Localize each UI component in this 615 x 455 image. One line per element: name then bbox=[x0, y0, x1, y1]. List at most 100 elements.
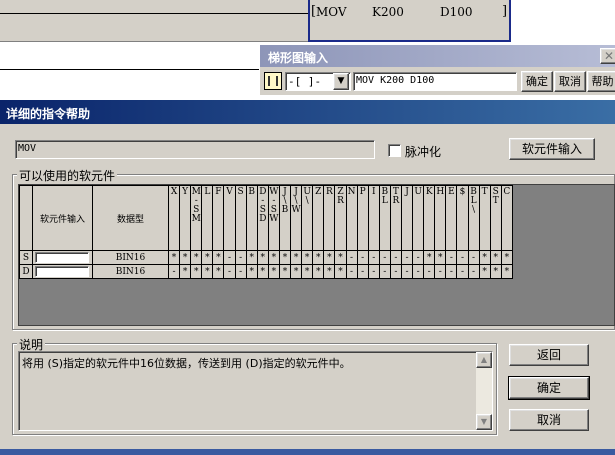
close-icon: ✕ bbox=[603, 49, 615, 63]
device-col-header: J \ B bbox=[278, 185, 292, 251]
device-input-d[interactable] bbox=[35, 266, 89, 277]
device-col-char: R bbox=[337, 196, 344, 206]
chevron-down-icon[interactable]: ▼ bbox=[333, 73, 349, 90]
device-mark: - bbox=[367, 250, 380, 265]
device-col-char: X bbox=[170, 187, 178, 197]
back-button[interactable]: 返回 bbox=[509, 344, 589, 366]
device-mark: * bbox=[301, 264, 314, 279]
device-col-char: I bbox=[371, 187, 376, 197]
device-col-char: F bbox=[215, 187, 222, 197]
device-mark: * bbox=[190, 250, 203, 265]
device-table-area: 软元件输入 数据型 X Y M - S M L F V S B D - S D W - S W J \ B J \ W U \ Z R Z… bbox=[18, 184, 615, 326]
device-col-header: H bbox=[434, 185, 447, 251]
col-data-type: 数据型 bbox=[92, 185, 169, 251]
device-mark: * bbox=[179, 250, 192, 265]
device-mark: * bbox=[167, 250, 181, 265]
device-mark: * bbox=[301, 250, 314, 265]
ladder-instruction-box[interactable]: [ MOV K200 D100 ] bbox=[308, 0, 511, 42]
device-mark: - bbox=[345, 250, 358, 265]
device-mark: * bbox=[245, 250, 258, 265]
device-col-char: W bbox=[291, 205, 301, 215]
device-mark: - bbox=[234, 264, 247, 279]
ladder-type-select[interactable]: -[ ]- ▼ bbox=[285, 72, 351, 91]
ladder-op-mov: MOV bbox=[316, 5, 347, 19]
ladder-cancel-button[interactable]: 取消 bbox=[554, 71, 586, 92]
device-col-char: D bbox=[259, 214, 267, 224]
ladder-type-value: -[ ]- bbox=[288, 75, 322, 88]
device-mark: - bbox=[345, 264, 358, 279]
device-mark: - bbox=[367, 264, 380, 279]
device-mark: * bbox=[334, 250, 347, 265]
device-mark: * bbox=[256, 264, 269, 279]
device-mark: * bbox=[190, 264, 203, 279]
instruction-field[interactable]: MOV bbox=[15, 140, 375, 159]
device-mark: * bbox=[290, 250, 303, 265]
device-input-s[interactable] bbox=[35, 252, 89, 263]
ladder-help-button[interactable]: 帮助 bbox=[587, 71, 615, 92]
device-col-char: V bbox=[226, 187, 233, 197]
device-col-header: ZR bbox=[334, 185, 347, 251]
device-col-char: $ bbox=[459, 187, 466, 197]
device-col-char: S bbox=[237, 187, 244, 197]
device-col-char: Z bbox=[315, 187, 322, 197]
device-col-header: M-SM bbox=[190, 185, 203, 251]
device-mark: - bbox=[356, 264, 369, 279]
description-scrollbar[interactable]: ▲ ▼ bbox=[476, 352, 492, 430]
scroll-down-button[interactable]: ▼ bbox=[476, 414, 492, 430]
device-col-header: TR bbox=[389, 185, 402, 251]
device-col-char: M bbox=[191, 214, 201, 224]
device-mark: * bbox=[212, 250, 225, 265]
device-col-header: ST bbox=[489, 185, 502, 251]
device-col-header: Y bbox=[179, 185, 192, 251]
device-mark: * bbox=[179, 264, 192, 279]
device-mark: - bbox=[412, 250, 425, 265]
device-col-header: T bbox=[478, 185, 491, 251]
device-mark: * bbox=[256, 250, 269, 265]
device-col-header: I bbox=[367, 185, 380, 251]
scroll-up-button[interactable]: ▲ bbox=[476, 352, 492, 368]
ladder-input-title: 梯形图输入 bbox=[268, 51, 329, 65]
col-device-input: 软元件输入 bbox=[32, 185, 93, 251]
device-col-header: $ bbox=[456, 185, 469, 251]
device-col-char: T bbox=[492, 196, 499, 206]
description-text: 将用 (S)指定的软元件中16位数据，传送到用 (D)指定的软元件中。 bbox=[22, 357, 351, 370]
pulse-checkbox[interactable] bbox=[388, 144, 401, 157]
device-col-header: F bbox=[212, 185, 225, 251]
operand-d: D bbox=[19, 264, 33, 279]
ok-button[interactable]: 确定 bbox=[508, 376, 590, 400]
device-mark: * bbox=[212, 264, 225, 279]
device-col-char: C bbox=[503, 187, 511, 197]
ladder-command-input[interactable]: MOV K200 D100 bbox=[353, 72, 517, 91]
cancel-button[interactable]: 取消 bbox=[509, 409, 589, 431]
device-col-header: W-SW bbox=[267, 185, 280, 251]
device-mark: * bbox=[500, 264, 513, 279]
device-col-char: J bbox=[405, 187, 409, 197]
device-mark: * bbox=[323, 264, 336, 279]
device-col-header: Z bbox=[312, 185, 325, 251]
device-mark: - bbox=[167, 264, 181, 279]
ladder-input-titlebar: 梯形图输入 ✕ bbox=[260, 45, 615, 67]
device-mark: - bbox=[356, 250, 369, 265]
device-col-header: E bbox=[445, 185, 458, 251]
device-mark: - bbox=[412, 264, 425, 279]
device-mark: * bbox=[489, 250, 502, 265]
device-mark: * bbox=[423, 250, 436, 265]
device-mark: - bbox=[456, 264, 469, 279]
device-input-button[interactable]: 软元件输入 bbox=[509, 138, 595, 160]
ladder-symbol-icon[interactable] bbox=[264, 72, 282, 90]
device-mark: - bbox=[223, 264, 236, 279]
ladder-divider-line bbox=[0, 69, 262, 70]
device-col-char: K bbox=[425, 187, 433, 197]
description-box: 将用 (S)指定的软元件中16位数据，传送到用 (D)指定的软元件中。 ▲ ▼ bbox=[18, 351, 493, 431]
device-mark: - bbox=[434, 264, 447, 279]
device-col-header: U \ bbox=[301, 185, 314, 251]
device-mark: - bbox=[400, 264, 414, 279]
device-mark: - bbox=[389, 250, 402, 265]
ladder-input-window: 梯形图输入 ✕ -[ ]- ▼ MOV K200 D100 确定 取消 帮助 bbox=[259, 44, 615, 96]
device-mark: * bbox=[478, 250, 491, 265]
close-button[interactable]: ✕ bbox=[600, 48, 615, 64]
device-col-header: B bbox=[245, 185, 258, 251]
device-col-char: E bbox=[448, 187, 455, 197]
ladder-ok-button[interactable]: 确定 bbox=[521, 71, 553, 92]
device-col-char: L bbox=[381, 196, 388, 206]
